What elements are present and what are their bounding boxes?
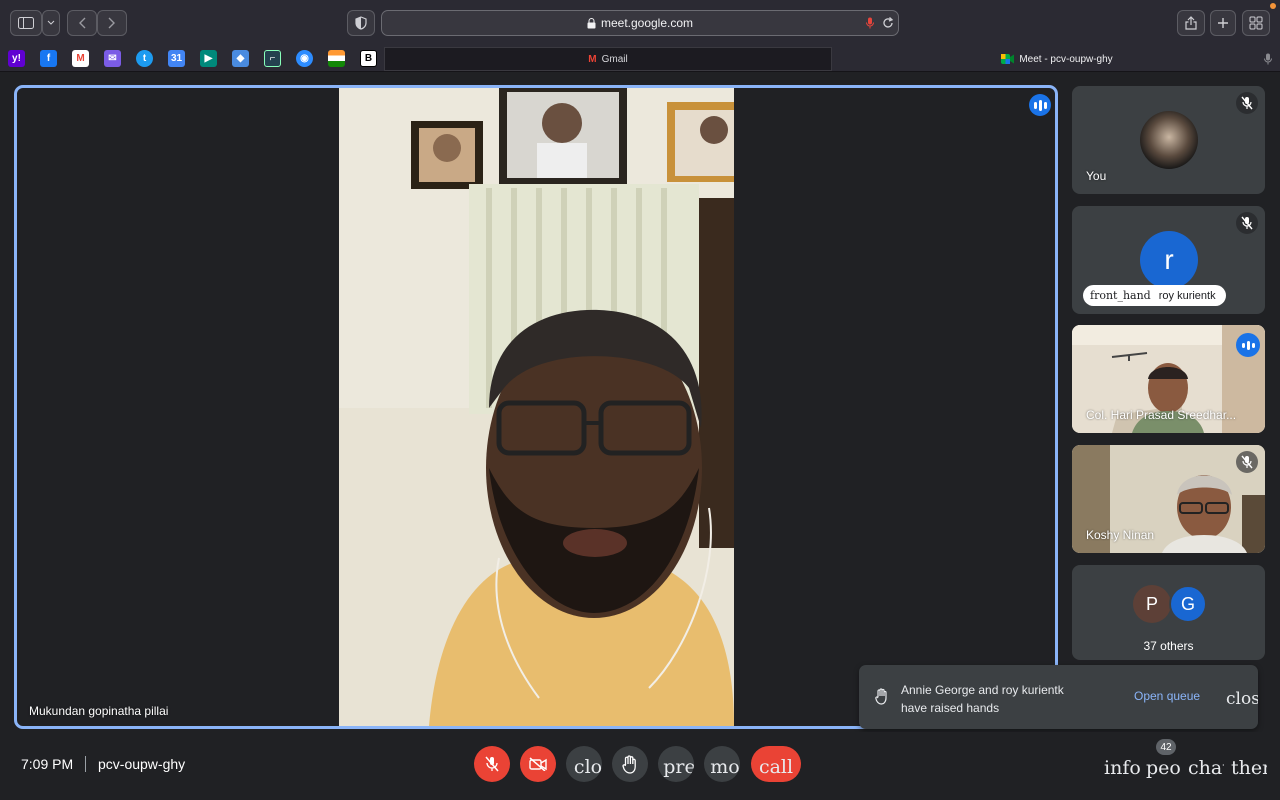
raised-hands-toast: Annie George and roy kurientk have raise… [859,665,1258,729]
forward-button[interactable] [97,10,127,36]
hand-icon: front_hand [1090,289,1151,302]
calendar-icon[interactable]: 31 [168,50,185,67]
gmail-icon: M [588,53,597,65]
people-button[interactable]: peo [1146,757,1182,779]
meeting-code: pcv-oupw-ghy [98,756,186,772]
mail-icon[interactable]: ✉ [104,50,121,67]
chevron-down-icon [47,20,55,25]
maps-icon[interactable]: ◆ [232,50,249,67]
avatar: P [1133,585,1171,623]
participant-video-frame [339,88,734,726]
india-flag-icon[interactable] [328,50,345,67]
plus-icon [1218,18,1228,28]
avatar: r [1140,231,1198,289]
notification-dot [1270,3,1276,9]
main-participant-video [339,88,734,726]
url-text: meet.google.com [600,16,694,30]
toast-message: Annie George and roy kurientk have raise… [901,681,1064,717]
gmail-icon[interactable]: M [72,50,89,67]
new-tab-button[interactable] [1210,10,1236,36]
mic-off-icon [1236,92,1258,114]
participant-tile-others[interactable]: P G 37 others [1072,565,1265,660]
activities-button[interactable]: ther [1231,757,1267,779]
yahoo-icon[interactable]: y! [8,50,25,67]
participant-name: roy kurientk [1158,289,1216,302]
bold-b-icon[interactable]: B [360,50,377,67]
people-count-badge: 42 [1156,739,1176,755]
camera-off-icon [529,757,547,771]
present-button[interactable]: pre [658,746,694,782]
facebook-icon[interactable]: f [40,50,57,67]
chevron-right-icon [108,17,115,29]
tab-overview-button[interactable] [1242,10,1270,36]
captions-button[interactable]: clo [566,746,602,782]
sidebar-icon [18,17,34,29]
tab-label: Meet - pcv-oupw-ghy [1019,53,1113,65]
more-label: mo [710,756,740,778]
grid-icon [1249,16,1263,30]
tab-label: Gmail [601,53,628,65]
captions-label: clo [573,756,602,778]
microphone-icon[interactable] [1264,53,1272,65]
lock-icon [587,17,596,28]
participant-name: You [1086,169,1107,183]
speaking-indicator-icon [1236,333,1260,357]
mic-off-icon [1236,451,1258,473]
mic-off-icon [1236,212,1258,234]
toast-line-1: Annie George and roy kurientk [901,683,1064,697]
end-call-button[interactable]: call [751,746,801,782]
avatar: G [1169,585,1207,623]
hand-icon [875,688,887,705]
close-button[interactable]: clos [1226,689,1258,709]
speaking-indicator-icon [1029,94,1051,116]
raise-hand-button[interactable] [612,746,648,782]
tab-groups-dropdown[interactable] [42,10,60,36]
participant-name: Mukundan gopinatha pillai [29,704,169,718]
more-options-button[interactable]: mo [704,746,740,782]
participant-tile-you[interactable]: You [1072,86,1265,194]
chat-button[interactable]: chat [1188,757,1224,779]
participant-tile-hari[interactable]: Col. Hari Prasad Sreedhar... [1072,325,1265,433]
participant-name: Koshy Ninan [1086,528,1155,542]
tab-gmail[interactable]: M Gmail [384,47,832,71]
mic-off-icon [485,756,499,772]
meet-app-icon[interactable]: ▶ [200,50,217,67]
avatar [1140,111,1198,169]
microphone-icon[interactable] [866,17,874,29]
end-call-label: call [758,756,794,778]
zoom-icon[interactable]: ◉ [296,50,313,67]
present-label: pre [663,756,694,778]
share-icon [1185,16,1197,30]
hand-icon [622,754,636,774]
chevron-left-icon [79,17,86,29]
meeting-details-button[interactable]: info [1104,757,1140,779]
camera-toggle-button[interactable] [520,746,556,782]
open-queue-button[interactable]: Open queue [1134,689,1200,703]
raised-hand-badge: front_hand roy kurientk [1083,285,1226,306]
toast-line-2: have raised hands [901,701,1000,715]
twitter-icon[interactable]: t [136,50,153,67]
clock: 7:09 PM [21,756,74,772]
privacy-shield-button[interactable] [347,10,375,36]
meet-icon [1001,54,1015,64]
back-button[interactable] [67,10,97,36]
tab-meet[interactable]: Meet - pcv-oupw-ghy [834,47,1280,71]
shield-icon [355,16,367,30]
divider [85,756,86,772]
share-button[interactable] [1177,10,1205,36]
chart-app-icon[interactable]: ⌐ [264,50,281,67]
others-count: 37 others [1143,639,1194,653]
browser-toolbar: meet.google.com [0,0,1280,46]
sidebar-toggle-button[interactable] [10,10,42,36]
participant-name: Col. Hari Prasad Sreedhar... [1086,408,1237,422]
mic-toggle-button[interactable] [474,746,510,782]
reload-icon[interactable] [882,17,894,29]
address-bar[interactable]: meet.google.com [381,10,899,36]
main-video-tile[interactable]: Mukundan gopinatha pillai [14,85,1058,729]
participant-tile-koshy[interactable]: Koshy Ninan [1072,445,1265,553]
participant-tile-roy[interactable]: r front_hand roy kurientk [1072,206,1265,314]
